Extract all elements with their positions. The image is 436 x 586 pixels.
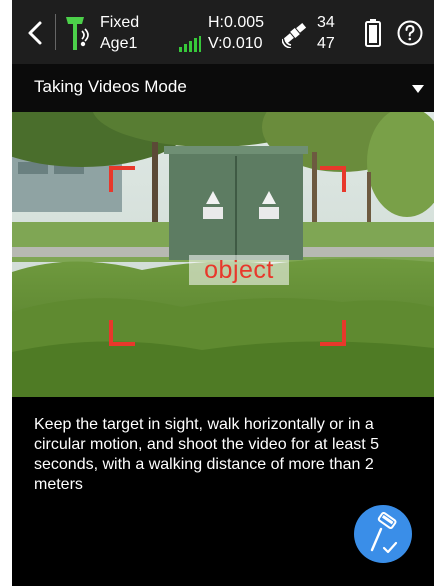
app-screen: Fixed Age1 H:0.005 V:0.010 34 47 Taking … [12, 0, 434, 586]
status-bar: Fixed Age1 H:0.005 V:0.010 34 47 [12, 0, 434, 64]
target-frame-corner-top-left [109, 166, 135, 192]
instruction-text: Keep the target in sight, walk horizonta… [34, 416, 380, 493]
back-button[interactable] [24, 20, 48, 46]
target-frame-corner-top-right [320, 166, 346, 192]
back-icon [28, 21, 42, 45]
fix-status: Fixed [100, 14, 140, 31]
status-divider [55, 14, 56, 50]
satellite-icon[interactable] [281, 20, 308, 49]
horizontal-accuracy: H:0.005 [208, 14, 265, 31]
target-label: object [189, 255, 289, 285]
mode-selector[interactable]: Taking Videos Mode [12, 64, 434, 112]
signal-strength-icon [179, 36, 201, 52]
target-frame-corner-bottom-right [320, 320, 346, 346]
battery-icon [365, 19, 381, 47]
target-frame-corner-bottom-left [109, 320, 135, 346]
correction-age: Age1 [100, 35, 138, 52]
record-button[interactable] [354, 505, 412, 563]
mode-title: Taking Videos Mode [34, 77, 187, 96]
dropdown-caret-icon [412, 85, 424, 93]
help-button[interactable] [397, 20, 423, 46]
vertical-accuracy: V:0.010 [208, 35, 263, 52]
survey-pole-icon [370, 512, 398, 554]
satellites-total: 47 [317, 35, 335, 52]
satellites-used: 34 [317, 14, 335, 31]
gnss-receiver-icon[interactable] [62, 14, 92, 52]
help-icon [397, 20, 423, 46]
